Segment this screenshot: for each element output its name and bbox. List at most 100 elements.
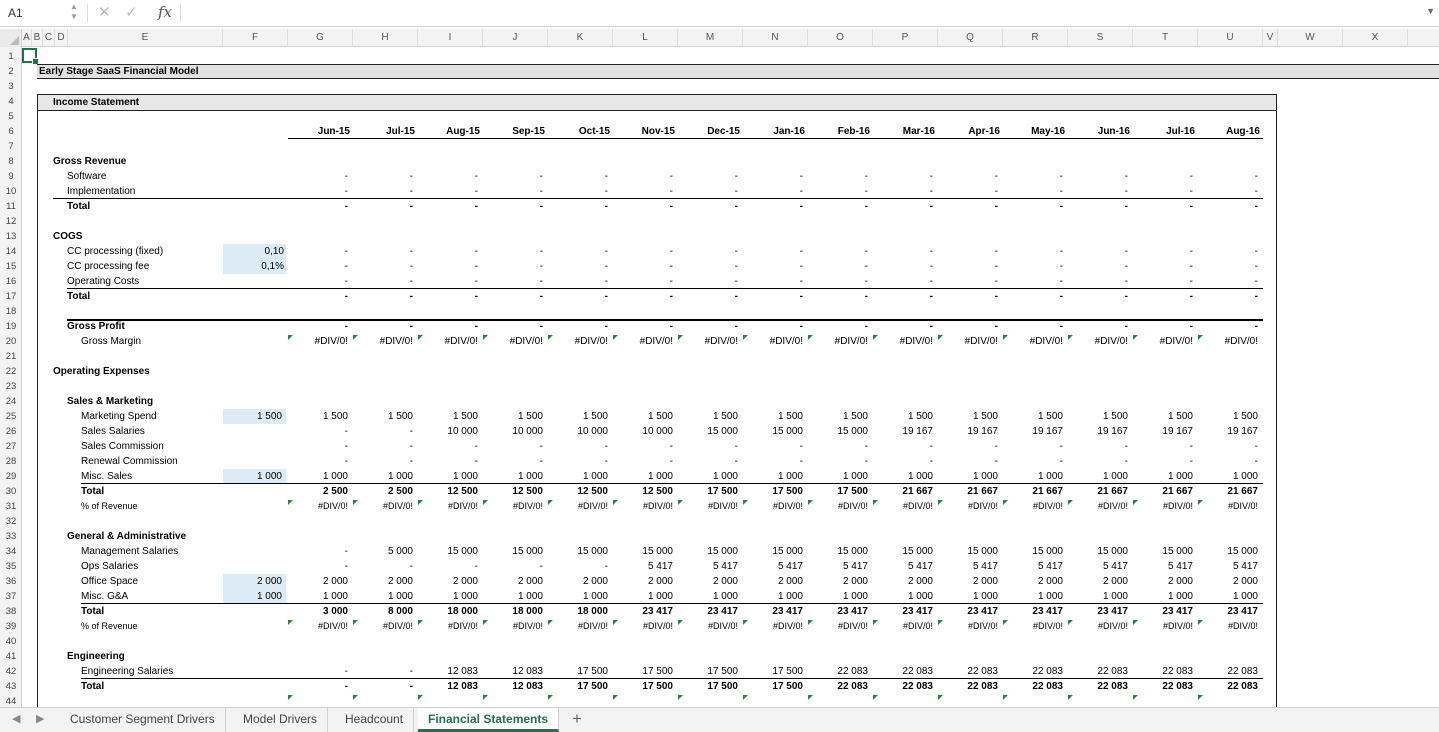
row-header[interactable]: 27 bbox=[0, 439, 21, 454]
value-cell[interactable]: 22 083 bbox=[1032, 664, 1063, 679]
row-label[interactable]: CC processing fee bbox=[67, 259, 149, 274]
value-cell[interactable]: - bbox=[735, 259, 738, 274]
value-cell[interactable]: - bbox=[670, 439, 673, 454]
value-cell[interactable]: 23 417 bbox=[1162, 604, 1193, 619]
month-header[interactable]: Aug-15 bbox=[446, 124, 480, 139]
column-header-q[interactable]: Q bbox=[938, 29, 1003, 47]
value-cell[interactable]: 22 083 bbox=[837, 679, 868, 694]
value-cell[interactable]: - bbox=[475, 559, 478, 574]
value-cell[interactable]: - bbox=[410, 454, 413, 469]
value-cell[interactable]: - bbox=[735, 319, 738, 334]
value-cell[interactable]: - bbox=[475, 244, 478, 259]
value-cell[interactable]: - bbox=[800, 439, 803, 454]
value-cell[interactable]: 15 000 bbox=[1097, 544, 1128, 559]
row-header[interactable]: 18 bbox=[0, 304, 21, 319]
value-cell[interactable]: 1 000 bbox=[778, 469, 803, 484]
section-label[interactable]: Gross Revenue bbox=[53, 154, 126, 169]
value-cell[interactable]: 2 000 bbox=[713, 574, 738, 589]
value-cell[interactable]: 19 167 bbox=[1162, 424, 1193, 439]
value-cell[interactable]: 2 500 bbox=[323, 484, 348, 499]
value-cell[interactable]: 17 500 bbox=[642, 679, 673, 694]
input-value[interactable]: 0,1% bbox=[261, 259, 284, 274]
value-cell[interactable]: 1 500 bbox=[1103, 409, 1128, 424]
column-header-s[interactable]: S bbox=[1068, 29, 1133, 47]
value-cell[interactable]: 2 000 bbox=[908, 574, 933, 589]
value-cell[interactable]: 1 500 bbox=[908, 409, 933, 424]
row-label[interactable]: Engineering Salaries bbox=[81, 664, 173, 679]
value-cell[interactable]: 1 500 bbox=[388, 409, 413, 424]
value-cell[interactable]: 1 000 bbox=[1038, 589, 1063, 604]
column-header-w[interactable]: W bbox=[1278, 29, 1343, 47]
value-cell[interactable]: 12 083 bbox=[512, 664, 543, 679]
value-cell[interactable]: - bbox=[410, 259, 413, 274]
row-header[interactable]: 3 bbox=[0, 79, 21, 94]
error-cell[interactable]: #DIV/0! bbox=[835, 334, 868, 349]
section-label[interactable]: COGS bbox=[53, 229, 82, 244]
value-cell[interactable]: 22 083 bbox=[902, 664, 933, 679]
value-cell[interactable]: - bbox=[865, 199, 868, 214]
value-cell[interactable]: 1 000 bbox=[518, 589, 543, 604]
row-header[interactable]: 40 bbox=[0, 634, 21, 649]
row-header[interactable]: 14 bbox=[0, 244, 21, 259]
value-cell[interactable]: - bbox=[475, 274, 478, 289]
value-cell[interactable]: - bbox=[735, 184, 738, 199]
value-cell[interactable]: - bbox=[410, 169, 413, 184]
row-header[interactable]: 12 bbox=[0, 214, 21, 229]
month-header[interactable]: Oct-15 bbox=[579, 124, 610, 139]
value-cell[interactable]: 2 000 bbox=[778, 574, 803, 589]
error-cell[interactable]: #DIV/0! bbox=[448, 619, 478, 634]
value-cell[interactable]: - bbox=[995, 439, 998, 454]
value-cell[interactable]: 12 500 bbox=[447, 484, 478, 499]
add-sheet-button[interactable]: + bbox=[572, 709, 582, 729]
value-cell[interactable]: 15 000 bbox=[707, 424, 738, 439]
error-cell[interactable]: #DIV/0! bbox=[1095, 334, 1128, 349]
value-cell[interactable]: - bbox=[865, 259, 868, 274]
value-cell[interactable]: - bbox=[800, 454, 803, 469]
value-cell[interactable]: - bbox=[605, 244, 608, 259]
value-cell[interactable]: 1 000 bbox=[648, 589, 673, 604]
value-cell[interactable]: - bbox=[995, 184, 998, 199]
value-cell[interactable]: - bbox=[345, 544, 348, 559]
value-cell[interactable]: - bbox=[345, 319, 348, 334]
row-label[interactable]: Misc. Sales bbox=[81, 469, 132, 484]
value-cell[interactable]: - bbox=[735, 439, 738, 454]
row-header[interactable]: 24 bbox=[0, 394, 21, 409]
input-value[interactable]: 1 000 bbox=[257, 589, 282, 604]
value-cell[interactable]: - bbox=[865, 454, 868, 469]
month-header[interactable]: Nov-15 bbox=[642, 124, 675, 139]
row-label[interactable]: Software bbox=[67, 169, 106, 184]
value-cell[interactable]: - bbox=[540, 244, 543, 259]
value-cell[interactable]: - bbox=[930, 289, 933, 304]
column-header-n[interactable]: N bbox=[743, 29, 808, 47]
row-label[interactable]: Total bbox=[81, 484, 104, 499]
value-cell[interactable]: - bbox=[345, 199, 348, 214]
sheet-tab[interactable]: Model Drivers bbox=[233, 708, 329, 732]
value-cell[interactable]: - bbox=[735, 199, 738, 214]
value-cell[interactable]: - bbox=[1060, 244, 1063, 259]
value-cell[interactable]: 1 000 bbox=[1233, 469, 1258, 484]
value-cell[interactable]: - bbox=[995, 199, 998, 214]
value-cell[interactable]: 2 000 bbox=[583, 574, 608, 589]
sheet-tab[interactable]: Headcount bbox=[335, 708, 415, 732]
error-cell[interactable]: #DIV/0! bbox=[640, 334, 673, 349]
value-cell[interactable]: - bbox=[930, 454, 933, 469]
value-cell[interactable]: - bbox=[1125, 244, 1128, 259]
value-cell[interactable]: - bbox=[735, 169, 738, 184]
row-header[interactable]: 34 bbox=[0, 544, 21, 559]
value-cell[interactable]: 1 000 bbox=[323, 469, 348, 484]
value-cell[interactable]: - bbox=[345, 244, 348, 259]
column-header-h[interactable]: H bbox=[353, 29, 418, 47]
value-cell[interactable]: 1 500 bbox=[518, 409, 543, 424]
value-cell[interactable]: 1 000 bbox=[583, 589, 608, 604]
value-cell[interactable]: - bbox=[410, 424, 413, 439]
error-cell[interactable]: #DIV/0! bbox=[318, 499, 348, 514]
value-cell[interactable]: - bbox=[540, 169, 543, 184]
error-cell[interactable]: #DIV/0! bbox=[705, 334, 738, 349]
error-cell[interactable]: #DIV/0! bbox=[903, 499, 933, 514]
value-cell[interactable]: 1 500 bbox=[778, 409, 803, 424]
value-cell[interactable]: - bbox=[1060, 454, 1063, 469]
value-cell[interactable]: - bbox=[865, 169, 868, 184]
value-cell[interactable]: 1 000 bbox=[908, 589, 933, 604]
value-cell[interactable]: - bbox=[540, 259, 543, 274]
row-header[interactable]: 31 bbox=[0, 499, 21, 514]
